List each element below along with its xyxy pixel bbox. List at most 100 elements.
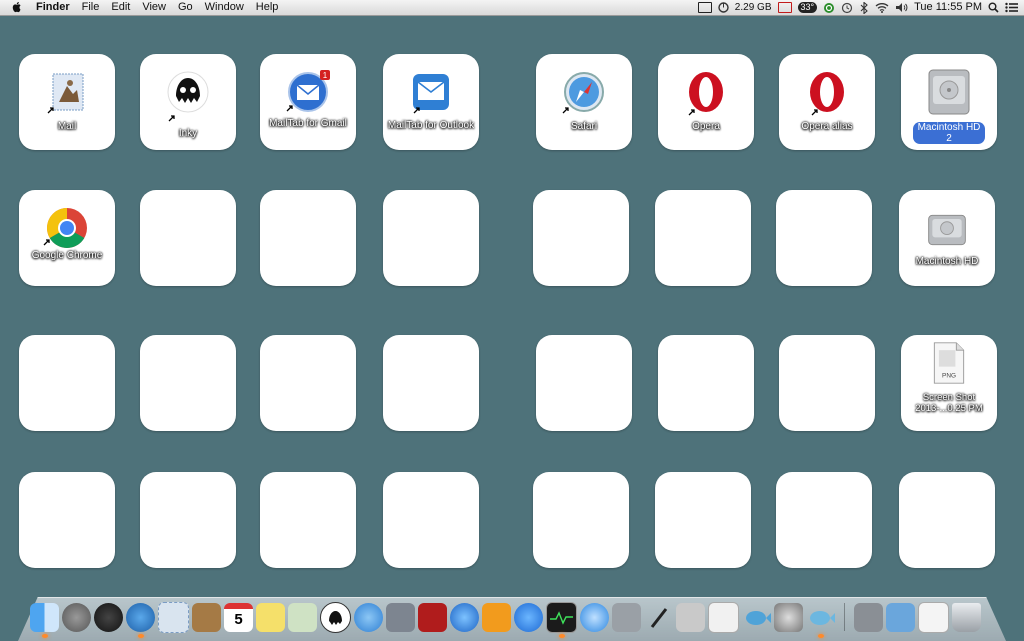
tile-opera-alias[interactable]: Opera alias xyxy=(779,54,875,150)
system-preferences-icon[interactable] xyxy=(774,602,803,632)
tile-mail[interactable]: Mail xyxy=(19,54,115,150)
empty-tile[interactable] xyxy=(776,472,872,568)
music-icon[interactable] xyxy=(580,602,609,632)
tile-mailtab-gmail[interactable]: 1 MailTab for Gmail xyxy=(260,54,356,150)
svg-text:1: 1 xyxy=(323,71,328,80)
empty-tile[interactable] xyxy=(655,472,751,568)
tile-mailtab-outlook[interactable]: MailTab for Outlook xyxy=(383,54,479,150)
drive-icon[interactable] xyxy=(854,602,883,632)
activity-monitor-icon[interactable] xyxy=(546,601,577,638)
pen-icon[interactable] xyxy=(644,603,673,632)
menu-edit[interactable]: Edit xyxy=(105,0,136,15)
empty-tile[interactable] xyxy=(140,472,236,568)
volume-icon[interactable] xyxy=(895,0,908,15)
calendar-icon[interactable]: 5 xyxy=(224,602,253,632)
alias-arrow-icon xyxy=(562,107,569,114)
empty-tile[interactable] xyxy=(383,472,479,568)
safari-icon[interactable] xyxy=(126,602,155,638)
facetime-icon[interactable] xyxy=(386,602,415,632)
menu-go[interactable]: Go xyxy=(172,0,199,15)
empty-tile[interactable] xyxy=(260,190,356,286)
finder-icon[interactable] xyxy=(30,602,59,638)
empty-tile[interactable] xyxy=(658,335,754,431)
tile-macintosh-hd-2[interactable]: Macintosh HD 2 xyxy=(901,54,997,150)
empty-tile[interactable] xyxy=(655,190,751,286)
empty-tile[interactable] xyxy=(19,472,115,568)
mail-status-icon[interactable] xyxy=(697,0,712,15)
tile-macintosh-hd[interactable]: Macintosh HD xyxy=(899,190,995,286)
fish2-icon[interactable] xyxy=(806,603,835,638)
folder-icon[interactable] xyxy=(886,602,915,632)
memory-gauge-icon[interactable] xyxy=(718,0,729,15)
menu-app-finder[interactable]: Finder xyxy=(30,0,76,15)
document-icon[interactable] xyxy=(918,601,949,633)
png-file-icon: PNG xyxy=(933,342,965,384)
mail-icon[interactable] xyxy=(158,601,189,633)
tile-google-chrome[interactable]: Google Chrome xyxy=(19,190,115,286)
trash-icon[interactable] xyxy=(952,602,981,632)
empty-tile[interactable] xyxy=(536,335,632,431)
empty-tile[interactable] xyxy=(779,335,875,431)
menu-help[interactable]: Help xyxy=(250,0,285,15)
notes-icon[interactable] xyxy=(256,602,285,632)
hard-drive-icon xyxy=(928,69,970,115)
ibooks-icon[interactable] xyxy=(482,602,511,632)
tile-label: MailTab for Gmail xyxy=(269,118,347,129)
empty-tile[interactable] xyxy=(383,190,479,286)
tile-label: Safari xyxy=(570,121,598,132)
tile-opera[interactable]: Opera xyxy=(658,54,754,150)
empty-tile[interactable] xyxy=(140,335,236,431)
disk-utility-icon[interactable] xyxy=(612,602,641,632)
empty-tile[interactable] xyxy=(776,190,872,286)
empty-tile[interactable] xyxy=(533,190,629,286)
tile-screenshot-file[interactable]: PNG Screen Shot 2013-...0.25 PM xyxy=(901,335,997,431)
tile-safari[interactable]: Safari xyxy=(536,54,632,150)
dashboard-icon[interactable] xyxy=(94,602,123,632)
contacts-icon[interactable] xyxy=(192,602,221,632)
inky-icon[interactable] xyxy=(320,601,351,633)
time-machine-icon[interactable] xyxy=(841,0,853,15)
empty-tile[interactable] xyxy=(260,472,356,568)
tile-label: Opera xyxy=(692,121,720,132)
empty-tile[interactable] xyxy=(19,335,115,431)
menu-window[interactable]: Window xyxy=(199,0,250,15)
empty-tile[interactable] xyxy=(383,335,479,431)
dock-separator xyxy=(844,603,845,631)
alias-arrow-icon xyxy=(413,107,420,114)
apple-icon[interactable] xyxy=(12,1,22,13)
wifi-icon[interactable] xyxy=(875,0,889,15)
notification-center-icon[interactable] xyxy=(1005,0,1018,15)
alias-arrow-icon xyxy=(168,115,175,122)
clock[interactable]: Tue 11:55 PM xyxy=(914,0,982,15)
itunes-icon[interactable] xyxy=(450,602,479,632)
app-store-icon[interactable] xyxy=(514,602,543,632)
font-book-icon[interactable] xyxy=(676,602,705,632)
empty-tile[interactable] xyxy=(260,335,356,431)
tile-label: Screen Shot 2013-...0.25 PM xyxy=(915,392,983,414)
empty-tile[interactable] xyxy=(140,190,236,286)
tile-label: MailTab for Outlook xyxy=(387,120,475,131)
textedit-icon[interactable] xyxy=(708,601,739,633)
empty-tile[interactable] xyxy=(899,472,995,568)
empty-tile[interactable] xyxy=(533,472,629,568)
gmail-status-icon[interactable] xyxy=(777,0,792,15)
bluetooth-icon[interactable] xyxy=(859,0,869,15)
weather-badge[interactable]: 33° xyxy=(797,0,818,15)
menu-view[interactable]: View xyxy=(136,0,172,15)
menu-file[interactable]: File xyxy=(76,0,106,15)
alias-arrow-icon xyxy=(286,105,293,112)
alias-arrow-icon xyxy=(688,109,695,116)
launchpad-icon[interactable] xyxy=(62,602,91,632)
fish-icon[interactable] xyxy=(742,603,771,632)
memory-readout[interactable]: 2.29 GB xyxy=(735,0,772,15)
messages-icon[interactable] xyxy=(354,602,383,632)
preview-icon[interactable] xyxy=(288,602,317,632)
menu-bar: Finder File Edit View Go Window Help 2.2… xyxy=(0,0,1024,16)
spotlight-search-icon[interactable] xyxy=(988,0,999,15)
svg-text:PNG: PNG xyxy=(942,373,956,380)
photo-booth-icon[interactable] xyxy=(418,602,447,632)
alias-arrow-icon xyxy=(43,239,50,246)
tile-label-selected: Macintosh HD 2 xyxy=(913,122,985,144)
sync-icon[interactable] xyxy=(823,0,835,15)
tile-inky[interactable]: Inky xyxy=(140,54,236,150)
